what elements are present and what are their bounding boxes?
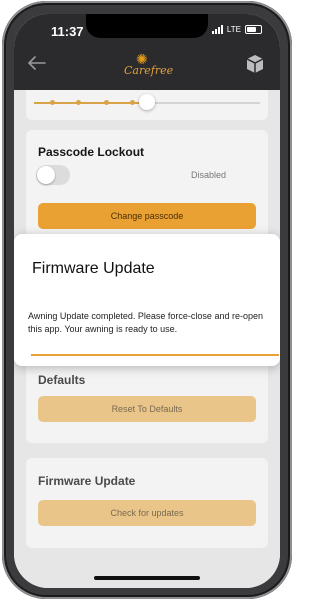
brand-name: Carefree xyxy=(124,64,174,77)
network-label: LTE xyxy=(226,25,241,34)
slider-knob[interactable] xyxy=(139,94,155,110)
signal-icon xyxy=(211,25,223,34)
phone-frame: 11:37 LTE ✺ Carefree Passcode Lockout Di… xyxy=(2,1,292,599)
dialog-message: Awning Update completed. Please force-cl… xyxy=(28,311,263,334)
status-time: 11:37 xyxy=(51,24,84,39)
battery-icon xyxy=(245,25,262,34)
check-updates-button[interactable]: Check for updates xyxy=(38,500,256,526)
slider-tick xyxy=(50,100,55,105)
reset-defaults-button[interactable]: Reset To Defaults xyxy=(38,396,256,422)
firmware-title: Firmware Update xyxy=(38,474,136,488)
slider-tick xyxy=(130,100,135,105)
app-screen: 11:37 LTE ✺ Carefree Passcode Lockout Di… xyxy=(14,14,280,588)
firmware-dialog: Firmware Update Awning Update completed.… xyxy=(14,234,280,366)
brand-logo: ✺ Carefree xyxy=(122,52,174,78)
home-indicator[interactable] xyxy=(94,576,200,580)
change-passcode-button[interactable]: Change passcode xyxy=(38,203,256,229)
slider-card xyxy=(26,90,268,120)
status-indicators: LTE xyxy=(211,25,262,34)
slider-tick xyxy=(76,100,81,105)
dialog-title: Firmware Update xyxy=(32,260,155,277)
app-header: 11:37 LTE ✺ Carefree xyxy=(14,14,280,90)
cube-icon[interactable] xyxy=(246,54,264,79)
slider-track[interactable] xyxy=(34,94,260,110)
slider-tick xyxy=(104,100,109,105)
back-arrow-icon[interactable] xyxy=(28,56,46,75)
notch xyxy=(86,14,208,38)
passcode-toggle-state: Disabled xyxy=(190,170,226,180)
firmware-card: Firmware Update Check for updates xyxy=(26,458,268,548)
defaults-card: Defaults Reset To Defaults xyxy=(26,355,268,443)
defaults-title: Defaults xyxy=(38,373,86,387)
dialog-accent-line xyxy=(31,354,279,356)
passcode-title: Passcode Lockout xyxy=(38,145,145,159)
passcode-toggle[interactable] xyxy=(36,165,70,185)
passcode-card: Passcode Lockout Disabled Change passcod… xyxy=(26,130,268,246)
